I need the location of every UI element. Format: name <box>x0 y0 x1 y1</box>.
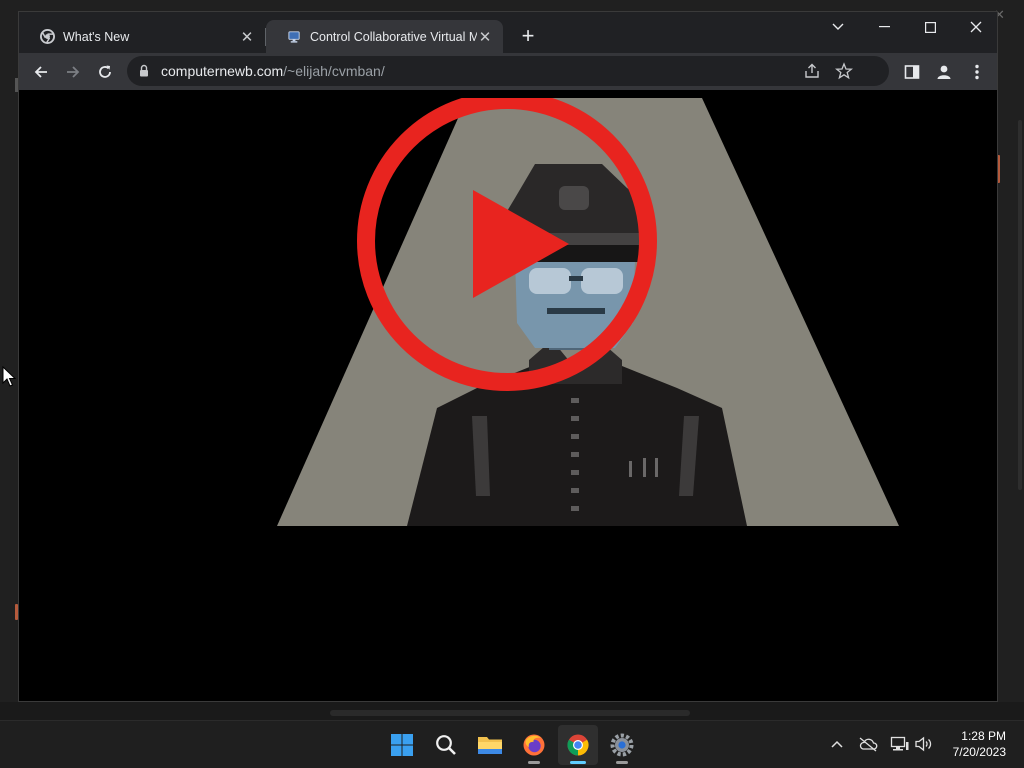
running-indicator <box>528 761 540 764</box>
tab-search-icon[interactable] <box>815 12 861 42</box>
firefox-button[interactable] <box>514 725 554 765</box>
scrollbar-thumb[interactable] <box>330 710 690 716</box>
reload-icon[interactable] <box>91 58 119 86</box>
background-window-edge <box>1018 120 1022 490</box>
settings-button[interactable] <box>602 725 642 765</box>
game-image[interactable] <box>277 98 899 526</box>
share-icon[interactable] <box>803 62 821 85</box>
browser-window: What's New ✕ Control Collaborative Virtu… <box>18 11 998 702</box>
tab-title: Control Collaborative Virtual Machines <box>310 29 477 44</box>
sunglasses-bridge <box>569 276 583 281</box>
desktop-scrollbar[interactable] <box>0 702 1024 720</box>
clock-date: 7/20/2023 <box>952 745 1006 759</box>
url-domain: computernewb.com <box>161 63 284 79</box>
profile-icon[interactable] <box>930 58 958 86</box>
url-text: computernewb.com/~elijah/cvmban/ <box>161 63 385 79</box>
tab-cvm[interactable]: Control Collaborative Virtual Machines ✕ <box>266 20 503 53</box>
running-indicator <box>616 761 628 764</box>
chrome-button[interactable] <box>558 725 598 765</box>
figure-mouth <box>547 308 605 314</box>
tab-strip: What's New ✕ Control Collaborative Virtu… <box>19 12 997 53</box>
file-explorer-icon <box>478 737 502 754</box>
bookmark-star-icon[interactable] <box>834 62 854 85</box>
onedrive-offline-icon[interactable] <box>857 733 879 755</box>
start-button[interactable] <box>382 725 422 765</box>
search-icon <box>436 735 456 755</box>
network-icon[interactable] <box>889 733 911 755</box>
forward-icon[interactable] <box>59 58 87 86</box>
url-path: /~elijah/cvmban/ <box>283 63 385 79</box>
volume-icon[interactable] <box>913 733 935 755</box>
chrome-icon <box>567 734 589 756</box>
sunglasses-lens <box>581 268 623 294</box>
close-tab-icon[interactable]: ✕ <box>477 28 493 46</box>
sunglasses-lens <box>529 268 571 294</box>
cvm-icon <box>286 29 302 45</box>
taskbar: 1:28 PM 7/20/2023 <box>0 720 1024 768</box>
tab-whats-new[interactable]: What's New ✕ <box>19 20 265 53</box>
side-panel-icon[interactable] <box>898 58 926 86</box>
running-indicator <box>570 761 586 764</box>
new-tab-button[interactable]: + <box>516 25 540 49</box>
maximize-icon[interactable] <box>907 12 953 42</box>
close-tab-icon[interactable]: ✕ <box>239 28 255 46</box>
settings-icon <box>610 733 634 757</box>
mouse-cursor-icon <box>2 366 16 387</box>
show-hidden-icons-icon[interactable] <box>826 733 848 755</box>
clock-time: 1:28 PM <box>961 729 1006 743</box>
cap-badge <box>559 186 589 210</box>
taskbar-clock[interactable]: 1:28 PM 7/20/2023 <box>953 728 1006 760</box>
start-icon <box>391 734 413 756</box>
tab-title: What's New <box>63 29 130 44</box>
lock-icon <box>139 64 149 82</box>
firefox-icon <box>523 734 545 756</box>
minimize-icon[interactable] <box>861 12 907 42</box>
menu-icon[interactable] <box>963 58 991 86</box>
address-bar[interactable]: computernewb.com/~elijah/cvmban/ <box>127 56 889 86</box>
back-icon[interactable] <box>27 58 55 86</box>
file-explorer-button[interactable] <box>470 725 510 765</box>
close-window-icon[interactable] <box>953 12 997 42</box>
chrome-icon <box>39 29 55 45</box>
search-button[interactable] <box>426 725 466 765</box>
page-content <box>19 90 997 701</box>
browser-toolbar: computernewb.com/~elijah/cvmban/ <box>19 53 997 90</box>
